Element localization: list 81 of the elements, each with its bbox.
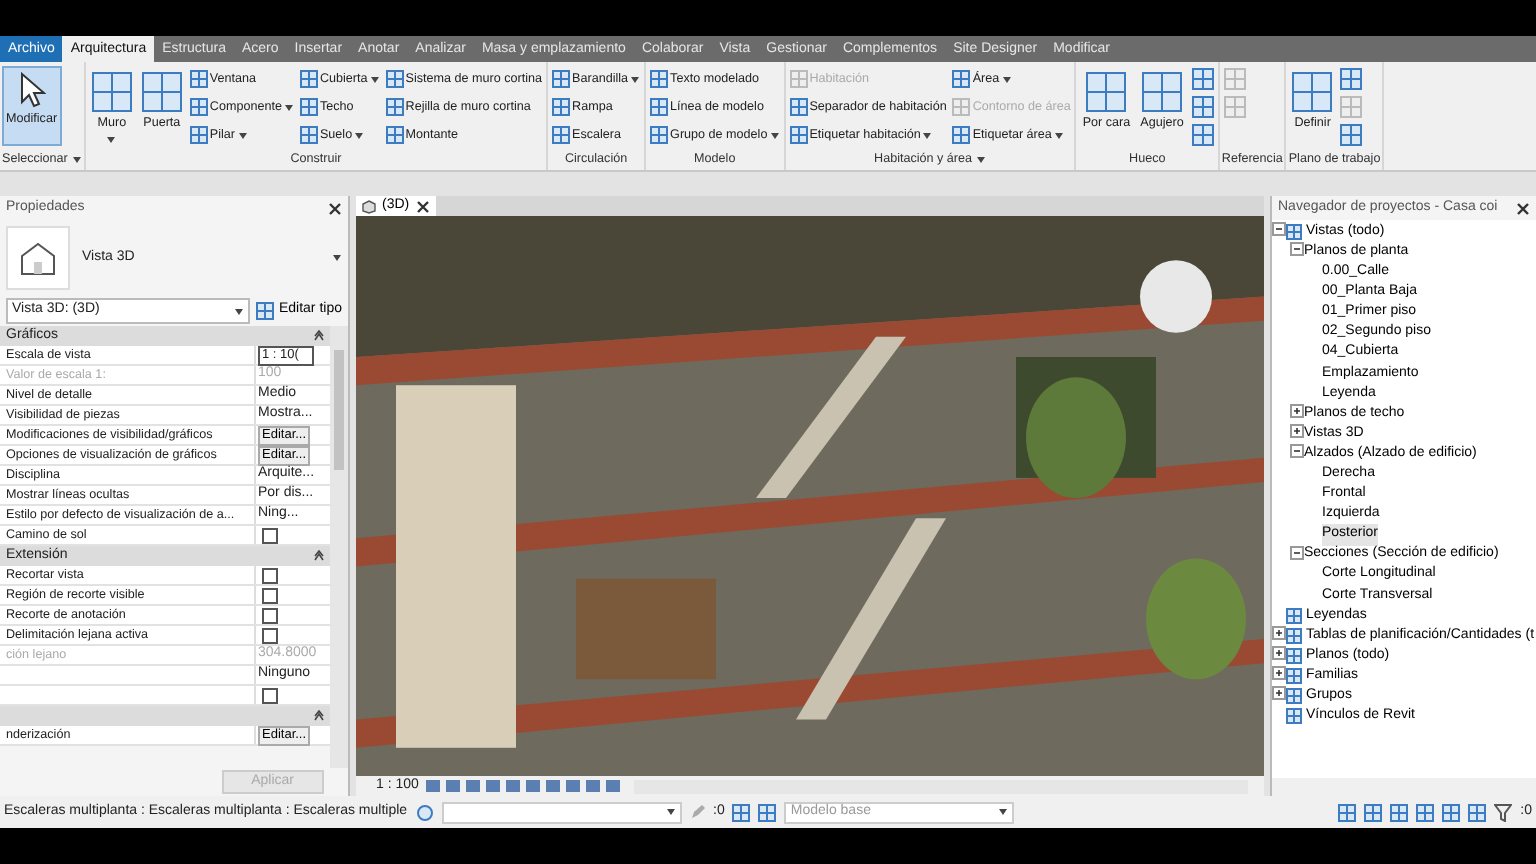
collapse-icon[interactable]	[1272, 222, 1286, 236]
grid-icon[interactable]	[1340, 124, 1363, 146]
grid-icon	[1286, 708, 1302, 725]
expand-icon[interactable]	[1272, 645, 1286, 660]
caret-icon	[998, 808, 1009, 816]
grid-icon[interactable]	[1416, 803, 1435, 821]
grid-icon	[1142, 72, 1183, 112]
collapse-icon[interactable]	[1290, 242, 1304, 257]
grid-icon	[91, 72, 132, 112]
house-icon	[18, 240, 58, 276]
grid-icon	[1286, 668, 1302, 685]
grid-icon	[952, 98, 971, 116]
grid-icon	[732, 803, 751, 821]
grid-icon[interactable]	[1468, 803, 1487, 821]
grid-icon	[789, 98, 808, 116]
grid-icon	[789, 70, 808, 88]
grid-icon	[299, 126, 318, 144]
expand-icon[interactable]	[1290, 423, 1304, 438]
checkbox[interactable]	[262, 567, 278, 583]
close-icon[interactable]	[415, 199, 430, 213]
grid-icon	[952, 70, 971, 88]
close-icon[interactable]	[328, 201, 342, 215]
expand-icon[interactable]	[1272, 625, 1286, 640]
grid-icon	[758, 803, 777, 821]
grid-icon	[552, 126, 571, 144]
grid-icon	[552, 70, 571, 88]
grid-icon[interactable]	[1442, 803, 1461, 821]
horizontal-scrollbar[interactable]	[1272, 778, 1536, 796]
expand-icon[interactable]	[1272, 666, 1286, 681]
grid-icon	[385, 126, 404, 144]
grid-icon	[385, 98, 404, 116]
checkbox[interactable]	[262, 687, 278, 703]
grid-icon	[1286, 688, 1302, 705]
collapse-icon	[314, 550, 324, 562]
grid-icon[interactable]	[1390, 803, 1409, 821]
grid-icon	[189, 98, 208, 116]
grid-icon	[552, 98, 571, 116]
grid-icon	[299, 70, 318, 88]
expand-icon[interactable]	[1272, 686, 1286, 701]
collapse-icon	[314, 710, 324, 722]
expand-icon[interactable]	[1290, 403, 1304, 418]
caret-icon	[665, 808, 676, 816]
grid-icon	[1286, 607, 1302, 624]
grid-icon	[650, 70, 669, 88]
checkbox[interactable]	[262, 607, 278, 623]
collapse-icon[interactable]	[1290, 545, 1304, 559]
grid-icon[interactable]	[1191, 96, 1214, 118]
close-icon[interactable]	[1516, 201, 1530, 215]
grid-icon	[189, 126, 208, 144]
caret-icon	[234, 307, 245, 315]
checkbox[interactable]	[262, 627, 278, 643]
grid-icon	[299, 98, 318, 116]
horizontal-scrollbar[interactable]	[634, 779, 1248, 793]
grid-icon	[1286, 224, 1302, 241]
filter-icon[interactable]	[1494, 803, 1513, 821]
grid-icon	[650, 98, 669, 116]
grid-icon	[952, 126, 971, 144]
grid-icon	[1286, 648, 1302, 665]
grid-icon	[189, 70, 208, 88]
grid-icon[interactable]	[1191, 124, 1214, 146]
grid-icon	[789, 126, 808, 144]
grid-icon	[385, 70, 404, 88]
grid-icon	[650, 126, 669, 144]
grid-icon	[1286, 627, 1302, 644]
grid-icon[interactable]	[1340, 68, 1363, 90]
pencil-icon	[689, 804, 706, 820]
workset-icon[interactable]	[415, 803, 434, 821]
grid-icon[interactable]	[1191, 68, 1214, 90]
scrollbar-thumb[interactable]	[334, 350, 344, 470]
grid-icon	[1292, 72, 1333, 112]
grid-icon	[1086, 72, 1127, 112]
caret-icon	[332, 254, 342, 262]
pointer-icon	[17, 72, 46, 108]
grid-icon	[256, 302, 275, 320]
grid-icon	[141, 72, 182, 112]
collapse-icon[interactable]	[1290, 444, 1304, 459]
collapse-icon	[314, 330, 324, 342]
checkbox[interactable]	[262, 587, 278, 603]
grid-icon[interactable]	[1338, 803, 1357, 821]
checkbox[interactable]	[262, 527, 278, 543]
grid-icon[interactable]	[1364, 803, 1383, 821]
